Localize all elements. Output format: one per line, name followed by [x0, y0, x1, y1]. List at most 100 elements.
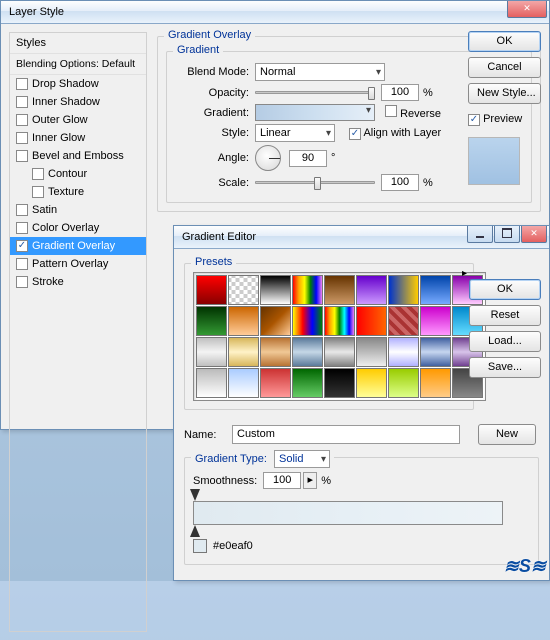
style-checkbox[interactable] [16, 114, 28, 126]
preset-swatch[interactable] [292, 306, 323, 336]
preset-swatch[interactable] [324, 275, 355, 305]
preset-swatch[interactable] [196, 306, 227, 336]
color-swatch[interactable] [193, 539, 207, 553]
style-label: Gradient Overlay [32, 240, 115, 252]
maximize-icon[interactable] [494, 226, 520, 243]
preset-swatch[interactable] [228, 337, 259, 367]
styles-header[interactable]: Styles [10, 33, 146, 54]
presets-menu-icon[interactable]: ▸ [462, 268, 467, 279]
style-item-outer-glow[interactable]: Outer Glow [10, 111, 146, 129]
style-checkbox[interactable] [16, 204, 28, 216]
style-item-gradient-overlay[interactable]: ✓ Gradient Overlay [10, 237, 146, 255]
blend-mode-select[interactable]: Normal [255, 63, 385, 81]
style-item-satin[interactable]: Satin [10, 201, 146, 219]
preview-checkbox[interactable]: ✓ [468, 114, 480, 126]
type-select[interactable]: Solid [274, 450, 330, 468]
blending-options-row[interactable]: Blending Options: Default [10, 54, 146, 75]
angle-value[interactable]: 90 [289, 150, 327, 167]
preset-swatch[interactable] [228, 368, 259, 398]
preset-swatch[interactable] [196, 337, 227, 367]
presets-grid [193, 272, 486, 401]
opacity-slider[interactable] [255, 91, 375, 94]
style-label: Contour [48, 168, 87, 180]
preset-swatch[interactable] [324, 306, 355, 336]
align-checkbox[interactable]: ✓ [349, 128, 361, 140]
ge-new-button[interactable]: New [478, 424, 536, 445]
opacity-stop[interactable] [190, 489, 200, 501]
smoothness-value[interactable]: 100 [263, 472, 301, 489]
style-checkbox[interactable] [32, 168, 44, 180]
style-checkbox[interactable] [16, 222, 28, 234]
preset-swatch[interactable] [324, 368, 355, 398]
color-stop[interactable] [190, 525, 200, 537]
preset-swatch[interactable] [196, 275, 227, 305]
preset-swatch[interactable] [260, 368, 291, 398]
preset-swatch[interactable] [356, 368, 387, 398]
ge-save-button[interactable]: Save... [469, 357, 541, 378]
opacity-value[interactable]: 100 [381, 84, 419, 101]
style-checkbox[interactable] [16, 276, 28, 288]
preset-swatch[interactable] [356, 337, 387, 367]
style-checkbox[interactable] [32, 186, 44, 198]
style-item-stroke[interactable]: Stroke [10, 273, 146, 291]
style-label: Inner Shadow [32, 96, 100, 108]
preset-swatch[interactable] [420, 337, 451, 367]
style-checkbox[interactable] [16, 96, 28, 108]
ok-button[interactable]: OK [468, 31, 541, 52]
preset-swatch[interactable] [420, 275, 451, 305]
ge-reset-button[interactable]: Reset [469, 305, 541, 326]
cancel-button[interactable]: Cancel [468, 57, 541, 78]
style-item-inner-glow[interactable]: Inner Glow [10, 129, 146, 147]
preset-swatch[interactable] [420, 306, 451, 336]
preset-swatch[interactable] [356, 306, 387, 336]
preset-swatch[interactable] [420, 368, 451, 398]
style-checkbox[interactable] [16, 150, 28, 162]
scale-slider[interactable] [255, 181, 375, 184]
layer-style-titlebar[interactable]: Layer Style [1, 1, 549, 24]
style-item-contour[interactable]: Contour [10, 165, 146, 183]
style-checkbox[interactable] [16, 258, 28, 270]
preset-swatch[interactable] [292, 337, 323, 367]
style-item-drop-shadow[interactable]: Drop Shadow [10, 75, 146, 93]
preset-swatch[interactable] [388, 306, 419, 336]
name-input[interactable]: Custom [232, 425, 460, 444]
style-item-color-overlay[interactable]: Color Overlay [10, 219, 146, 237]
style-checkbox[interactable] [16, 78, 28, 90]
preset-swatch[interactable] [324, 337, 355, 367]
preset-swatch[interactable] [260, 306, 291, 336]
smoothness-menu-icon[interactable]: ▸ [303, 472, 317, 489]
scale-value[interactable]: 100 [381, 174, 419, 191]
style-item-inner-shadow[interactable]: Inner Shadow [10, 93, 146, 111]
angle-dial[interactable] [255, 145, 281, 171]
preset-swatch[interactable] [228, 275, 259, 305]
style-label: Style: [175, 127, 255, 139]
style-checkbox[interactable] [16, 132, 28, 144]
preset-swatch[interactable] [388, 337, 419, 367]
style-item-bevel-and-emboss[interactable]: Bevel and Emboss [10, 147, 146, 165]
preset-swatch[interactable] [292, 275, 323, 305]
style-select[interactable]: Linear [255, 124, 335, 142]
preset-swatch[interactable] [356, 275, 387, 305]
preset-swatch[interactable] [388, 275, 419, 305]
preset-swatch[interactable] [196, 368, 227, 398]
style-label: Drop Shadow [32, 78, 99, 90]
minimize-icon[interactable] [467, 226, 493, 243]
preset-swatch[interactable] [260, 337, 291, 367]
gradient-picker[interactable] [255, 104, 375, 121]
preset-swatch[interactable] [292, 368, 323, 398]
gradient-editor-titlebar[interactable]: Gradient Editor [174, 226, 549, 249]
style-item-pattern-overlay[interactable]: Pattern Overlay [10, 255, 146, 273]
style-checkbox[interactable]: ✓ [16, 240, 28, 252]
preset-swatch[interactable] [228, 306, 259, 336]
close-icon[interactable] [521, 226, 547, 243]
ge-ok-button[interactable]: OK [469, 279, 541, 300]
style-item-texture[interactable]: Texture [10, 183, 146, 201]
gradient-bar[interactable] [193, 501, 503, 525]
preset-swatch[interactable] [260, 275, 291, 305]
ge-load-button[interactable]: Load... [469, 331, 541, 352]
close-icon[interactable] [507, 1, 547, 18]
preset-swatch[interactable] [388, 368, 419, 398]
reverse-checkbox[interactable] [385, 105, 397, 117]
new-style-button[interactable]: New Style... [468, 83, 541, 104]
gradient-editor-title: Gradient Editor [182, 231, 256, 243]
